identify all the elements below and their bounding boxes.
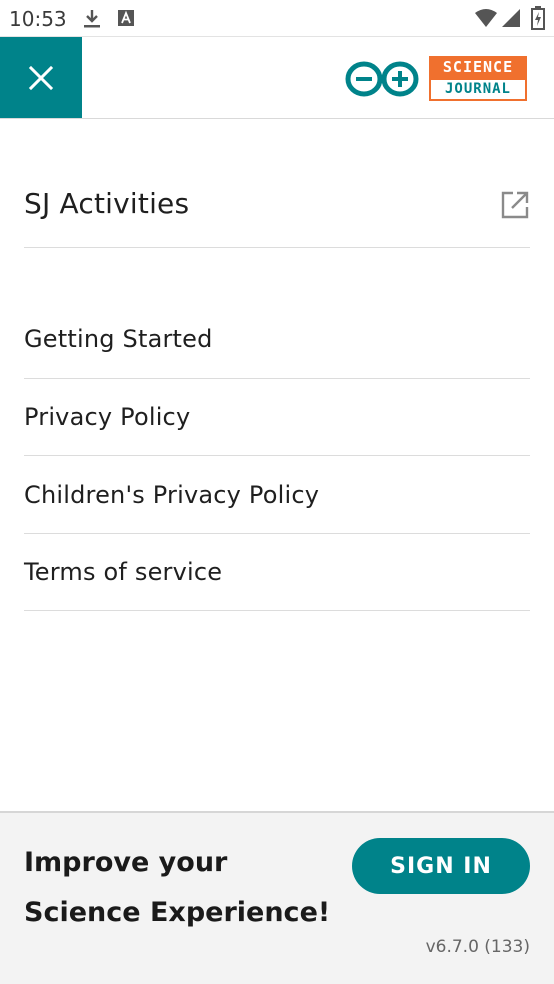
download-icon bbox=[84, 10, 100, 28]
external-link-icon bbox=[501, 191, 529, 219]
logo-text: SCIENCE JOURNAL bbox=[429, 56, 527, 101]
menu-item-privacy-policy[interactable]: Privacy Policy bbox=[24, 379, 530, 456]
font-icon bbox=[118, 10, 134, 26]
menu-item-label: Privacy Policy bbox=[24, 403, 191, 431]
menu-item-label: SJ Activities bbox=[24, 187, 190, 220]
menu-item-label: Children's Privacy Policy bbox=[24, 480, 320, 509]
header: SCIENCE JOURNAL bbox=[0, 37, 554, 119]
menu-item-childrens-privacy-policy[interactable]: Children's Privacy Policy bbox=[24, 456, 530, 534]
close-button[interactable] bbox=[0, 37, 82, 118]
footer: Improve your Science Experience! SIGN IN… bbox=[0, 811, 554, 984]
promo-text-line1: Improve your bbox=[24, 847, 228, 878]
sign-in-button[interactable]: SIGN IN bbox=[352, 838, 530, 894]
menu-item-getting-started[interactable]: Getting Started bbox=[24, 300, 530, 379]
science-journal-logo: SCIENCE JOURNAL bbox=[345, 55, 529, 103]
menu-item-terms-of-service[interactable]: Terms of service bbox=[24, 534, 530, 611]
arduino-infinity-icon bbox=[345, 61, 419, 97]
close-icon bbox=[28, 65, 54, 90]
menu-item-label: Terms of service bbox=[24, 558, 223, 586]
signal-icon bbox=[502, 9, 520, 27]
logo-science-text: SCIENCE bbox=[429, 56, 527, 78]
promo-text-line2: Science Experience! bbox=[24, 897, 331, 928]
version-label: v6.7.0 (133) bbox=[425, 937, 530, 957]
wifi-icon bbox=[475, 9, 497, 27]
menu-item-label: Getting Started bbox=[24, 325, 213, 353]
battery-icon bbox=[531, 6, 545, 30]
logo-journal-text: JOURNAL bbox=[429, 78, 527, 101]
menu-item-sj-activities[interactable]: SJ Activities bbox=[24, 160, 530, 248]
status-time: 10:53 bbox=[9, 7, 67, 31]
status-bar: 10:53 bbox=[0, 0, 554, 37]
